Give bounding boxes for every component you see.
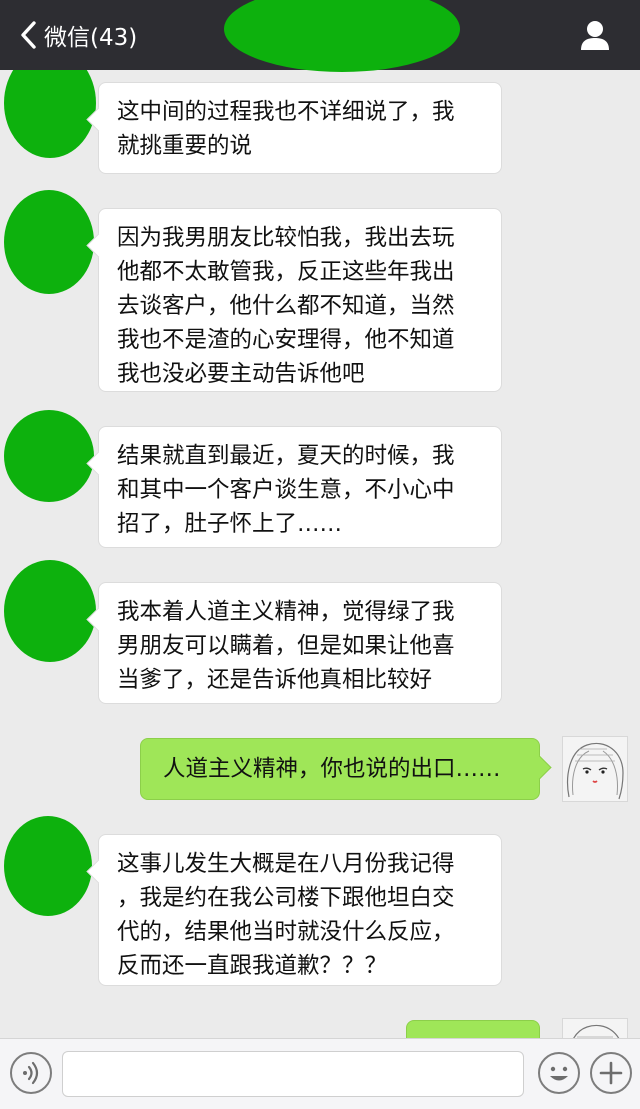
avatar-sketch-image xyxy=(566,742,624,800)
message-line: 结果就直到最近，夏天的时候，我 xyxy=(117,443,455,469)
message-line: 他都不太敢管我，反正这些年我出 xyxy=(117,259,455,285)
top-bar: 微信(43) xyxy=(0,0,640,72)
message-line: 人道主义精神，你也说的出口…… xyxy=(163,756,501,782)
message-line: 我本着人道主义精神，觉得绿了我 xyxy=(117,599,455,625)
message-bubble[interactable]: 结果就直到最近，夏天的时候，我 和其中一个客户谈生意，不小心中 招了，肚子怀上了… xyxy=(98,426,502,548)
message-bubble-self[interactable] xyxy=(406,1020,540,1038)
message-line: 男朋友可以瞒着，但是如果让他喜 xyxy=(117,633,455,659)
emoji-button[interactable] xyxy=(538,1052,580,1094)
message-line: 和其中一个客户谈生意，不小心中 xyxy=(117,477,455,503)
message-line: ，我是约在我公司楼下跟他坦白交 xyxy=(117,885,455,911)
message-line: 这事儿发生大概是在八月份我记得 xyxy=(117,851,455,877)
message-line: 反而还一直跟我道歉？？？ xyxy=(117,953,388,979)
avatar-sketch-image xyxy=(573,1024,620,1038)
message-line: 招了，肚子怀上了…… xyxy=(117,511,343,537)
voice-button[interactable] xyxy=(10,1052,52,1094)
avatar-redacted[interactable] xyxy=(4,410,94,502)
message-bubble[interactable]: 因为我男朋友比较怕我，我出去玩 他都不太敢管我，反正这些年我出 去谈客户，他什么… xyxy=(98,208,502,392)
emoji-icon xyxy=(550,1066,568,1081)
chevron-left-icon xyxy=(21,21,36,49)
message-input[interactable] xyxy=(62,1051,524,1097)
message-bubble[interactable]: 这中间的过程我也不详细说了，我 就挑重要的说 xyxy=(98,82,502,174)
back-label: 微信(43) xyxy=(44,25,138,51)
message-line: 我也没必要主动告诉他吧 xyxy=(117,361,365,387)
avatar-redacted[interactable] xyxy=(4,560,96,662)
message-line: 代的，结果他当时就没什么反应， xyxy=(117,919,455,945)
plus-icon xyxy=(599,1061,623,1085)
chat-title-redacted xyxy=(224,0,460,72)
message-bubble[interactable]: 我本着人道主义精神，觉得绿了我 男朋友可以瞒着，但是如果让他喜 当爹了，还是告诉… xyxy=(98,582,502,704)
avatar-redacted[interactable] xyxy=(4,816,92,916)
message-line: 当爹了，还是告诉他真相比较好 xyxy=(117,667,433,693)
message-line: 我也不是渣的心安理得，他不知道 xyxy=(117,327,455,353)
back-button[interactable]: 微信(43) xyxy=(18,14,137,56)
avatar-self[interactable] xyxy=(562,736,628,802)
voice-icon xyxy=(23,1061,39,1085)
message-line: 这中间的过程我也不详细说了，我 xyxy=(117,99,455,125)
more-button[interactable] xyxy=(590,1052,632,1094)
person-icon[interactable] xyxy=(578,18,612,52)
message-bubble[interactable]: 这事儿发生大概是在八月份我记得 ，我是约在我公司楼下跟他坦白交 代的，结果他当时… xyxy=(98,834,502,986)
avatar-self[interactable] xyxy=(562,1018,628,1038)
message-line: 因为我男朋友比较怕我，我出去玩 xyxy=(117,225,455,251)
message-bubble-self[interactable]: 人道主义精神，你也说的出口…… xyxy=(140,738,540,800)
chat-message-list[interactable]: 这中间的过程我也不详细说了，我 就挑重要的说 因为我男朋友比较怕我，我出去玩 他… xyxy=(0,70,640,1038)
avatar-redacted[interactable] xyxy=(4,70,96,158)
message-line: 去谈客户，他什么都不知道，当然 xyxy=(117,293,455,319)
message-line: 就挑重要的说 xyxy=(117,133,253,159)
input-bar xyxy=(0,1038,640,1109)
avatar-redacted[interactable] xyxy=(4,190,94,294)
